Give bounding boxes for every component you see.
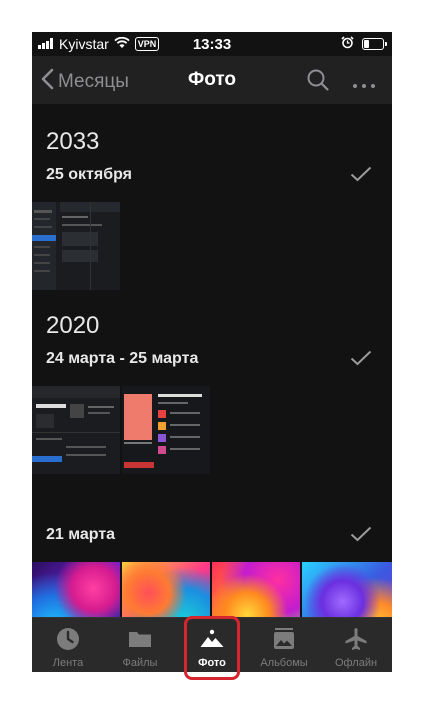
tab-label: Альбомы xyxy=(260,657,308,669)
photo-thumbnail[interactable] xyxy=(302,562,392,617)
page-title: Фото xyxy=(187,69,236,90)
tab-files[interactable]: Файлы xyxy=(104,618,176,672)
photo-thumbnail[interactable] xyxy=(122,386,210,474)
photo-thumbnail[interactable] xyxy=(212,562,300,617)
year-heading: 2020 xyxy=(46,312,100,339)
date-heading: 21 марта xyxy=(46,526,116,543)
navigation-bar: Месяцы Фото xyxy=(32,56,392,104)
tab-albums[interactable]: Альбомы xyxy=(248,618,320,672)
select-checkmark-icon[interactable] xyxy=(350,526,372,547)
select-checkmark-icon[interactable] xyxy=(350,166,372,187)
tab-offline[interactable]: Офлайн xyxy=(320,618,392,672)
battery-icon xyxy=(362,38,387,50)
select-checkmark-icon[interactable] xyxy=(350,350,372,371)
year-heading: 2033 xyxy=(46,128,100,155)
photo-thumbnail[interactable] xyxy=(122,562,210,617)
photo-feed[interactable]: 2033 25 октября 2020 24 марта - 25 марта… xyxy=(32,104,392,617)
phone-screen: Kyivstar VPN 13:33 Месяцы Фото 2033 25 о… xyxy=(32,32,392,672)
photo-thumbnail[interactable] xyxy=(32,386,120,474)
status-time: 13:33 xyxy=(192,36,232,53)
status-bar: Kyivstar VPN 13:33 xyxy=(32,32,392,56)
tab-label: Офлайн xyxy=(334,657,378,669)
date-heading: 24 марта - 25 марта xyxy=(46,350,199,367)
tab-label: Лента xyxy=(52,657,84,669)
photo-thumbnail[interactable] xyxy=(32,562,120,617)
tab-label: Файлы xyxy=(122,657,158,669)
search-icon[interactable] xyxy=(306,68,330,97)
more-icon[interactable] xyxy=(352,76,376,94)
alarm-icon xyxy=(341,36,354,52)
photo-thumbnail[interactable] xyxy=(32,202,120,290)
tab-feed[interactable]: Лента xyxy=(32,618,104,672)
active-tab-highlight xyxy=(184,616,240,680)
date-heading: 25 октября xyxy=(46,166,132,183)
